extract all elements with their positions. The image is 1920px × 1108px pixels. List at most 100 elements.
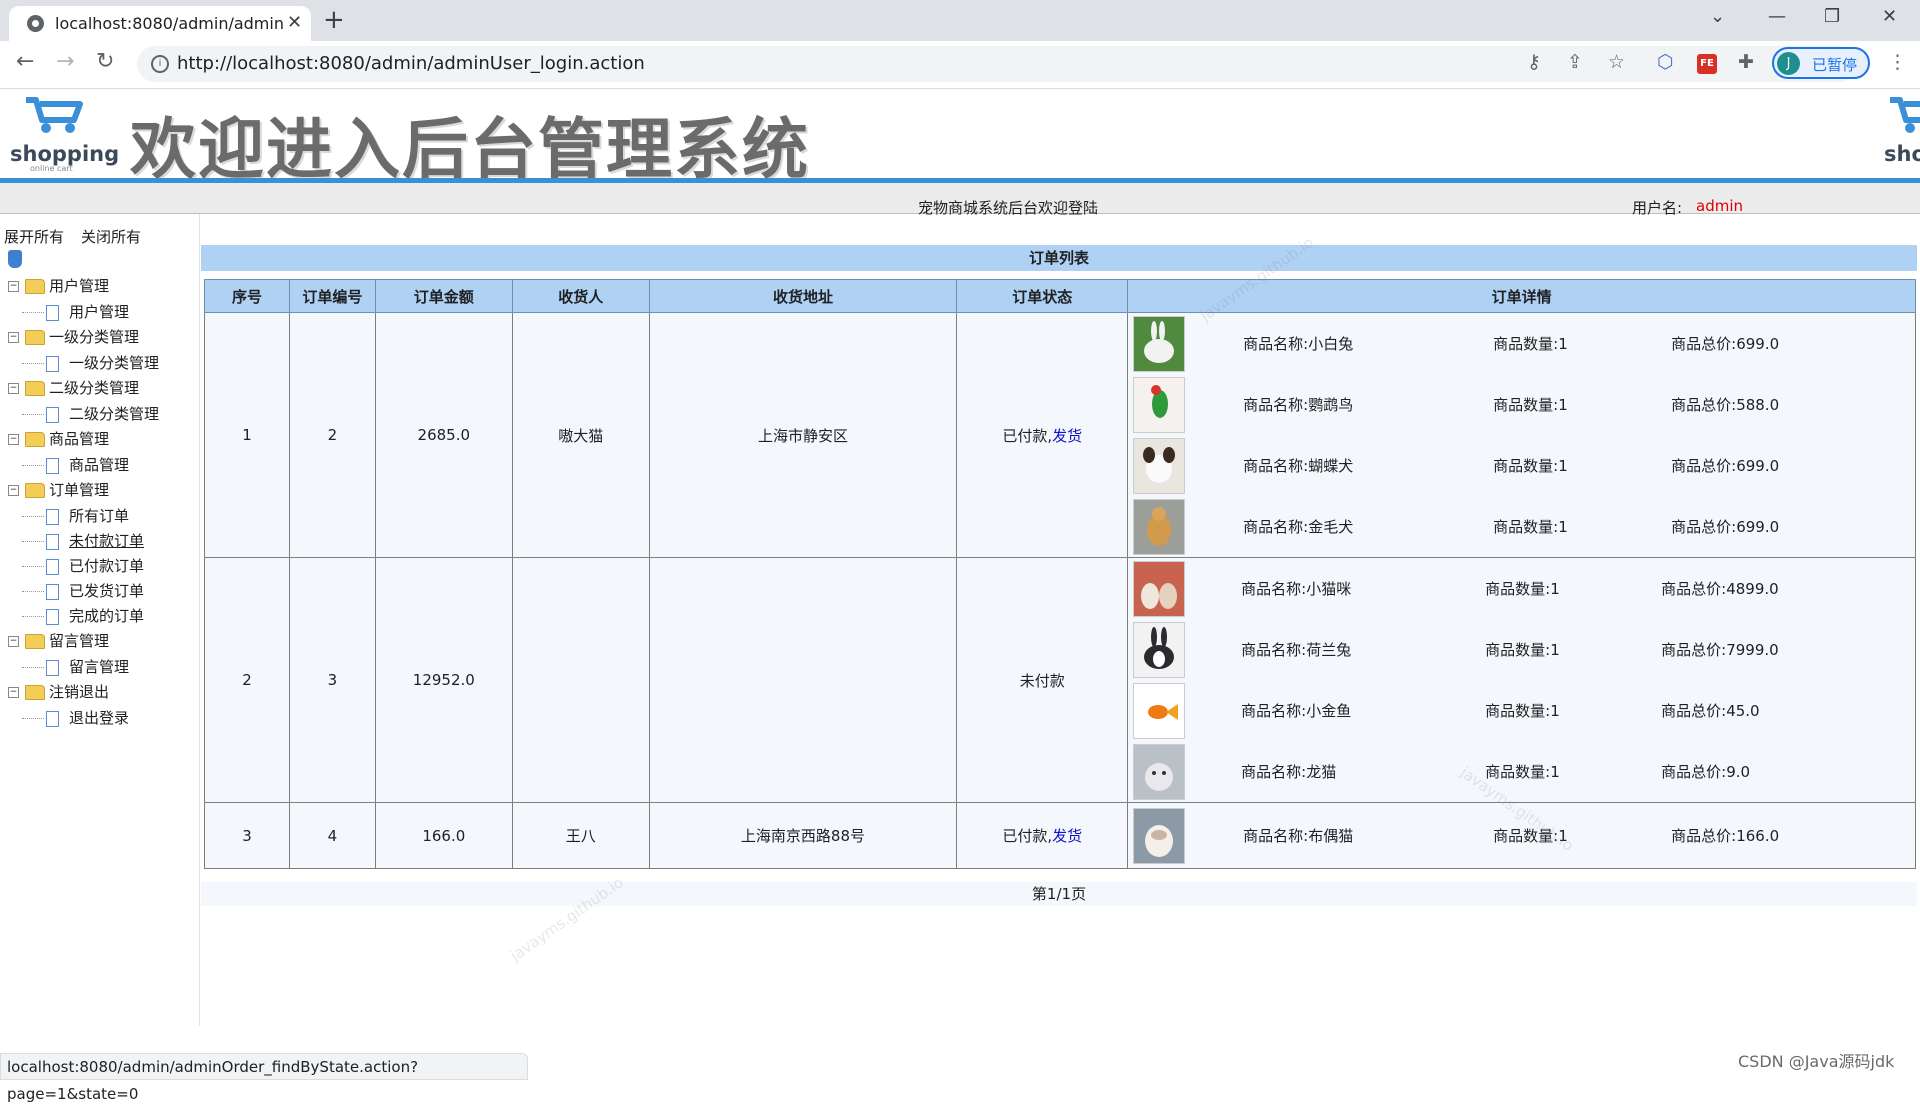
- share-icon[interactable]: ⇪: [1567, 51, 1583, 73]
- item-qty-label: 商品数量:: [1485, 702, 1551, 720]
- tree-group-orders[interactable]: − 订单管理: [8, 479, 109, 499]
- tree-item-paid-orders[interactable]: 已付款订单: [22, 555, 144, 575]
- tree-item-users[interactable]: 用户管理: [22, 301, 129, 321]
- fe-extension-icon[interactable]: FE: [1697, 54, 1717, 74]
- item-qty-label: 商品数量:: [1493, 335, 1559, 353]
- item-name: 小白兔: [1308, 335, 1354, 353]
- item-name: 蝴蝶犬: [1308, 457, 1354, 475]
- item-qty: 1: [1550, 641, 1560, 659]
- tree-item-messages[interactable]: 留言管理: [22, 656, 129, 676]
- item-total: 699.0: [1736, 518, 1780, 536]
- tree-group-products[interactable]: − 商品管理: [8, 428, 109, 448]
- status-bar-url: localhost:8080/admin/adminOrder_findBySt…: [0, 1053, 528, 1103]
- item-qty: 1: [1558, 518, 1568, 536]
- new-tab-button[interactable]: +: [323, 5, 345, 35]
- tab-search-icon[interactable]: ⌄: [1710, 6, 1725, 27]
- tree-item-category1[interactable]: 一级分类管理: [22, 352, 159, 372]
- browser-tab[interactable]: localhost:8080/admin/adminU ✕: [9, 6, 311, 41]
- status-text: 未付款: [1019, 671, 1065, 690]
- page-icon: [46, 659, 59, 676]
- address-url[interactable]: http://localhost:8080/admin/adminUser_lo…: [177, 53, 645, 74]
- item-name-label: 商品名称:: [1243, 457, 1309, 475]
- tree-item-logout[interactable]: 退出登录: [22, 707, 129, 727]
- cell-index: 2: [204, 557, 290, 803]
- item-name-label: 商品名称:: [1241, 641, 1307, 659]
- collapse-icon[interactable]: −: [8, 636, 19, 647]
- item-name: 鹦鹉鸟: [1308, 396, 1354, 414]
- page-icon: [46, 583, 59, 600]
- tab-close-icon[interactable]: ✕: [287, 12, 302, 33]
- page-icon: [46, 355, 59, 372]
- cart-icon: [1890, 97, 1920, 133]
- folder-icon: [25, 279, 45, 294]
- address-bar[interactable]: i http://localhost:8080/admin/adminUser_…: [137, 46, 1857, 82]
- puzzle-icon[interactable]: ✚: [1738, 51, 1754, 73]
- goldfish-thumbnail: [1133, 682, 1186, 739]
- cell-status: 未付款: [956, 557, 1129, 803]
- ragdoll-cat-thumbnail: [1133, 807, 1186, 864]
- item-qty-label: 商品数量:: [1493, 457, 1559, 475]
- collapse-icon[interactable]: −: [8, 687, 19, 698]
- minimize-button[interactable]: —: [1768, 6, 1786, 27]
- collapse-icon[interactable]: −: [8, 434, 19, 445]
- profile-button[interactable]: J 已暂停: [1772, 47, 1870, 79]
- menu-dots-icon[interactable]: ⋮: [1888, 51, 1907, 73]
- item-total-label: 商品总价:: [1661, 580, 1727, 598]
- welcome-text: 宠物商城系统后台欢迎登陆: [918, 199, 1099, 217]
- item-total: 166.0: [1736, 827, 1780, 845]
- tree-item-completed-orders[interactable]: 完成的订单: [22, 605, 144, 625]
- papillon-thumbnail: [1133, 437, 1186, 494]
- forward-icon[interactable]: →: [56, 49, 74, 74]
- reload-icon[interactable]: ↻: [96, 49, 114, 74]
- item-name-label: 商品名称:: [1241, 580, 1307, 598]
- tree-group-users[interactable]: − 用户管理: [8, 275, 109, 295]
- expand-all-link[interactable]: 展开所有: [4, 226, 64, 247]
- extension-hex-icon[interactable]: ⬡: [1657, 51, 1674, 73]
- page-icon: [46, 710, 59, 727]
- order-item: 商品名称:金毛犬 商品数量:1 商品总价:699.0: [1128, 496, 1915, 557]
- tree-group-category1[interactable]: − 一级分类管理: [8, 326, 139, 346]
- tree-group-category2[interactable]: − 二级分类管理: [8, 377, 139, 397]
- rabbit-thumbnail: [1133, 315, 1186, 372]
- item-name-label: 商品名称:: [1243, 518, 1309, 536]
- back-icon[interactable]: ←: [16, 49, 34, 74]
- cell-status: 已付款,发货: [956, 312, 1129, 558]
- cell-amount: 2685.0: [374, 312, 513, 558]
- orders-table: 序号 订单编号 订单金额 收货人 收货地址 订单状态 订单详情 1 2 2685…: [204, 279, 1916, 869]
- maximize-button[interactable]: ❐: [1824, 6, 1840, 27]
- column-header: 收货地址: [648, 279, 958, 313]
- key-icon[interactable]: ⚷: [1527, 51, 1541, 73]
- collapse-all-link[interactable]: 关闭所有: [81, 226, 141, 247]
- item-name: 龙猫: [1306, 763, 1337, 781]
- tree-group-logout[interactable]: − 注销退出: [8, 681, 109, 701]
- ship-link[interactable]: 发货: [1052, 827, 1082, 845]
- item-name: 布偶猫: [1308, 827, 1354, 845]
- close-window-button[interactable]: ✕: [1882, 6, 1897, 27]
- tree-group-messages[interactable]: − 留言管理: [8, 630, 109, 650]
- folder-icon: [25, 432, 45, 447]
- cell-receiver: 嗷大猫: [511, 312, 650, 558]
- collapse-icon[interactable]: −: [8, 332, 19, 343]
- tree-item-all-orders[interactable]: 所有订单: [22, 505, 129, 525]
- site-info-icon[interactable]: i: [151, 55, 169, 73]
- welcome-bar: 宠物商城系统后台欢迎登陆 用户名: admin: [0, 183, 1920, 217]
- item-name-label: 商品名称:: [1243, 396, 1309, 414]
- tree-item-unpaid-orders[interactable]: 未付款订单: [22, 530, 144, 550]
- collapse-icon[interactable]: −: [8, 383, 19, 394]
- order-item: 商品名称:小猫咪 商品数量:1 商品总价:4899.0: [1128, 558, 1915, 619]
- item-total: 699.0: [1736, 335, 1780, 353]
- item-name-label: 商品名称:: [1243, 827, 1309, 845]
- collapse-icon[interactable]: −: [8, 281, 19, 292]
- item-name-label: 商品名称:: [1243, 335, 1309, 353]
- tree-item-category2[interactable]: 二级分类管理: [22, 403, 159, 423]
- collapse-icon[interactable]: −: [8, 485, 19, 496]
- cell-order-no: 4: [288, 802, 376, 869]
- tree-item-products[interactable]: 商品管理: [22, 454, 129, 474]
- tree-item-shipped-orders[interactable]: 已发货订单: [22, 580, 144, 600]
- star-icon[interactable]: ☆: [1608, 51, 1625, 73]
- column-header: 序号: [204, 279, 290, 313]
- table-header-row: 序号 订单编号 订单金额 收货人 收货地址 订单状态 订单详情: [204, 279, 1916, 313]
- ship-link[interactable]: 发货: [1052, 427, 1082, 445]
- tab-title: localhost:8080/admin/adminU: [55, 14, 285, 33]
- order-item: 商品名称:小白兔 商品数量:1 商品总价:699.0: [1128, 313, 1915, 374]
